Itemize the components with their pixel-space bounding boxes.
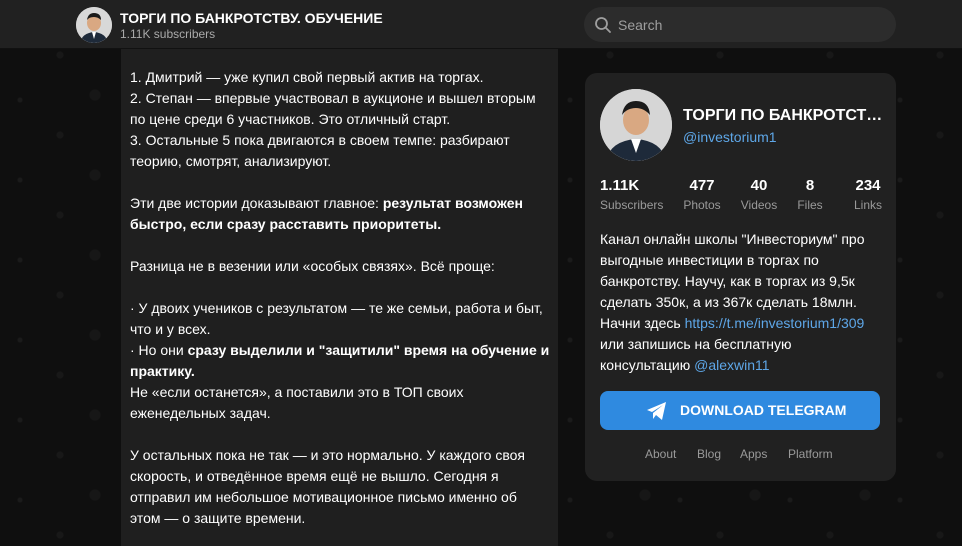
post-bold-span: практику. (130, 363, 195, 379)
stat-value: 1.11K (600, 177, 640, 194)
footer-link-blog[interactable]: Blog (697, 447, 721, 461)
description-line: консультацию @alexwin11 (600, 355, 885, 376)
consultation-link[interactable]: @alexwin11 (694, 357, 769, 373)
post-text-span: Эти две истории доказывают главное: (130, 195, 383, 211)
description-link[interactable]: https://t.me/investorium1/309 (685, 315, 865, 331)
description-line: Канал онлайн школы "Инвесториум" про (600, 231, 865, 247)
post-bold-span: сразу выделили и "защитили" время на обу… (187, 342, 550, 358)
download-telegram-button[interactable]: DOWNLOAD TELEGRAM (600, 391, 880, 430)
stat-value: 40 (750, 177, 768, 194)
post-line: 3. Остальные 5 пока двигаются в своем те… (130, 132, 510, 148)
description-line: банкротству. Научу, как в торгах из 9,5к (600, 273, 855, 289)
post-line: отправил им небольшое мотивационное пись… (130, 489, 517, 505)
stat-files[interactable]: 8 Files (795, 177, 825, 215)
post-line: У остальных пока не так — и это нормальн… (130, 447, 525, 463)
stat-photos[interactable]: 477 Photos (682, 177, 722, 215)
card-footer-links: About Blog Apps Platform (585, 447, 896, 463)
post-line: еженедельных задач. (130, 405, 271, 421)
message-text: 1. Дмитрий — уже купил свой первый актив… (130, 67, 550, 529)
post-line: теорию, смотрят, анализируют. (130, 153, 332, 169)
stat-label: Photos (683, 198, 721, 212)
post-line: · Но они сразу выделили и "защитили" вре… (130, 340, 550, 361)
post-line: практику. (130, 361, 550, 382)
download-button-label: DOWNLOAD TELEGRAM (680, 402, 847, 418)
stat-value: 234 (855, 177, 881, 194)
channel-name: ТОРГИ ПО БАНКРОТСТВ... (683, 107, 883, 124)
telegram-plane-icon (646, 401, 668, 421)
post-line: Эти две истории доказывают главное: резу… (130, 193, 550, 214)
stat-label: Videos (740, 198, 778, 212)
post-line: быстро, если сразу расставить приоритеты… (130, 214, 550, 235)
description-line: Начни здесь https://t.me/investorium1/30… (600, 313, 885, 334)
description-line: выгодные инвестиции в торгах по (600, 252, 819, 268)
post-line: что и у всех. (130, 321, 211, 337)
stat-label: Files (797, 198, 823, 212)
stat-value: 8 (805, 177, 815, 194)
stat-label: Subscribers (600, 198, 664, 212)
search-box[interactable] (584, 7, 896, 42)
message-bubble: 1. Дмитрий — уже купил свой первый актив… (121, 49, 558, 546)
channel-handle-link[interactable]: @investorium1 (683, 129, 777, 145)
post-line: Разница не в везении или «особых связях»… (130, 258, 495, 274)
post-line: Не «если останется», а поставили это в Т… (130, 384, 464, 400)
footer-link-apps[interactable]: Apps (740, 447, 767, 461)
footer-link-about[interactable]: About (645, 447, 676, 461)
channel-title[interactable]: ТОРГИ ПО БАНКРОТСТВУ. ОБУЧЕНИЕ (120, 10, 383, 26)
channel-stats: 1.11K Subscribers 477 Photos 40 Videos 8… (600, 177, 890, 217)
post-line: 1. Дмитрий — уже купил свой первый актив… (130, 69, 484, 85)
post-line: 2. Степан — впервые участвовал в аукцион… (130, 90, 536, 106)
top-bar: ТОРГИ ПО БАНКРОТСТВУ. ОБУЧЕНИЕ 1.11K sub… (0, 0, 962, 49)
search-icon (594, 16, 612, 34)
description-line: или запишись на бесплатную (600, 336, 792, 352)
description-text: консультацию (600, 357, 695, 373)
post-bold-span: быстро, если сразу расставить приоритеты… (130, 216, 442, 232)
channel-avatar[interactable] (76, 7, 112, 43)
description-line: сделать 350к, а из 367к сделать 18млн. (600, 294, 857, 310)
post-line: этом — о защите времени. (130, 510, 306, 526)
description-text: Начни здесь (600, 315, 685, 331)
subscriber-count: 1.11K subscribers (120, 27, 216, 41)
stat-label: Links (853, 198, 882, 212)
post-line: · У двоих учеников с результатом — те же… (130, 300, 543, 316)
post-bold-span: результат возможен (382, 195, 523, 211)
channel-info-card: ТОРГИ ПО БАНКРОТСТВ... @investorium1 1.1… (585, 73, 896, 481)
footer-link-platform[interactable]: Platform (788, 447, 833, 461)
channel-description: Канал онлайн школы "Инвесториум" про выг… (600, 229, 885, 376)
search-input[interactable] (618, 7, 888, 42)
post-text-span: · Но они (130, 342, 188, 358)
stat-links[interactable]: 234 Links (851, 177, 885, 215)
post-line: по цене среди 6 участников. Это отличный… (130, 111, 451, 127)
stat-subscribers: 1.11K Subscribers (600, 177, 663, 215)
post-line: скорость, и отведённое время ещё не вышл… (130, 468, 499, 484)
stat-value: 477 (689, 177, 715, 194)
channel-avatar-large (600, 89, 672, 161)
stat-videos[interactable]: 40 Videos (739, 177, 779, 215)
